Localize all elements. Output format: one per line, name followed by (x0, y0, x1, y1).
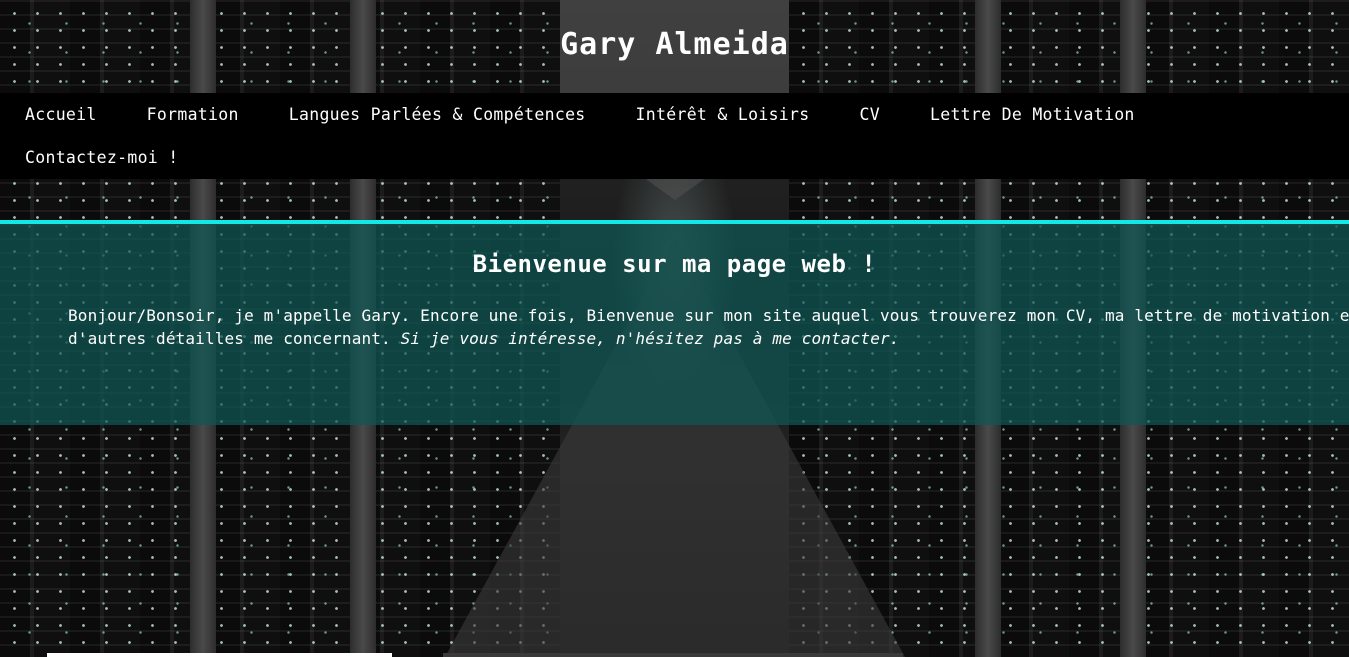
content-bar-left (47, 653, 392, 657)
nav-item-lettre-motivation[interactable]: Lettre De Motivation (905, 93, 1160, 136)
nav-item-formation[interactable]: Formation (122, 93, 264, 136)
welcome-text: Bonjour/Bonsoir, je m'appelle Gary. Enco… (68, 304, 1349, 350)
nav-item-langues-competences[interactable]: Langues Parlées & Compétences (264, 93, 611, 136)
nav-item-interet-loisirs[interactable]: Intérêt & Loisirs (611, 93, 835, 136)
nav-item-accueil[interactable]: Accueil (0, 93, 122, 136)
nav-item-contact[interactable]: Contactez-moi ! (0, 136, 204, 179)
welcome-text-italic: Si je vous intéresse, n'hésitez pas à me… (400, 329, 900, 348)
content-bar-right (443, 653, 903, 657)
site-title: Gary Almeida (560, 27, 789, 62)
nav-item-cv[interactable]: CV (835, 93, 905, 136)
main-nav: Accueil Formation Langues Parlées & Comp… (0, 93, 1349, 179)
welcome-heading: Bienvenue sur ma page web ! (472, 250, 877, 278)
welcome-section: Bienvenue sur ma page web ! Bonjour/Bons… (0, 224, 1349, 425)
